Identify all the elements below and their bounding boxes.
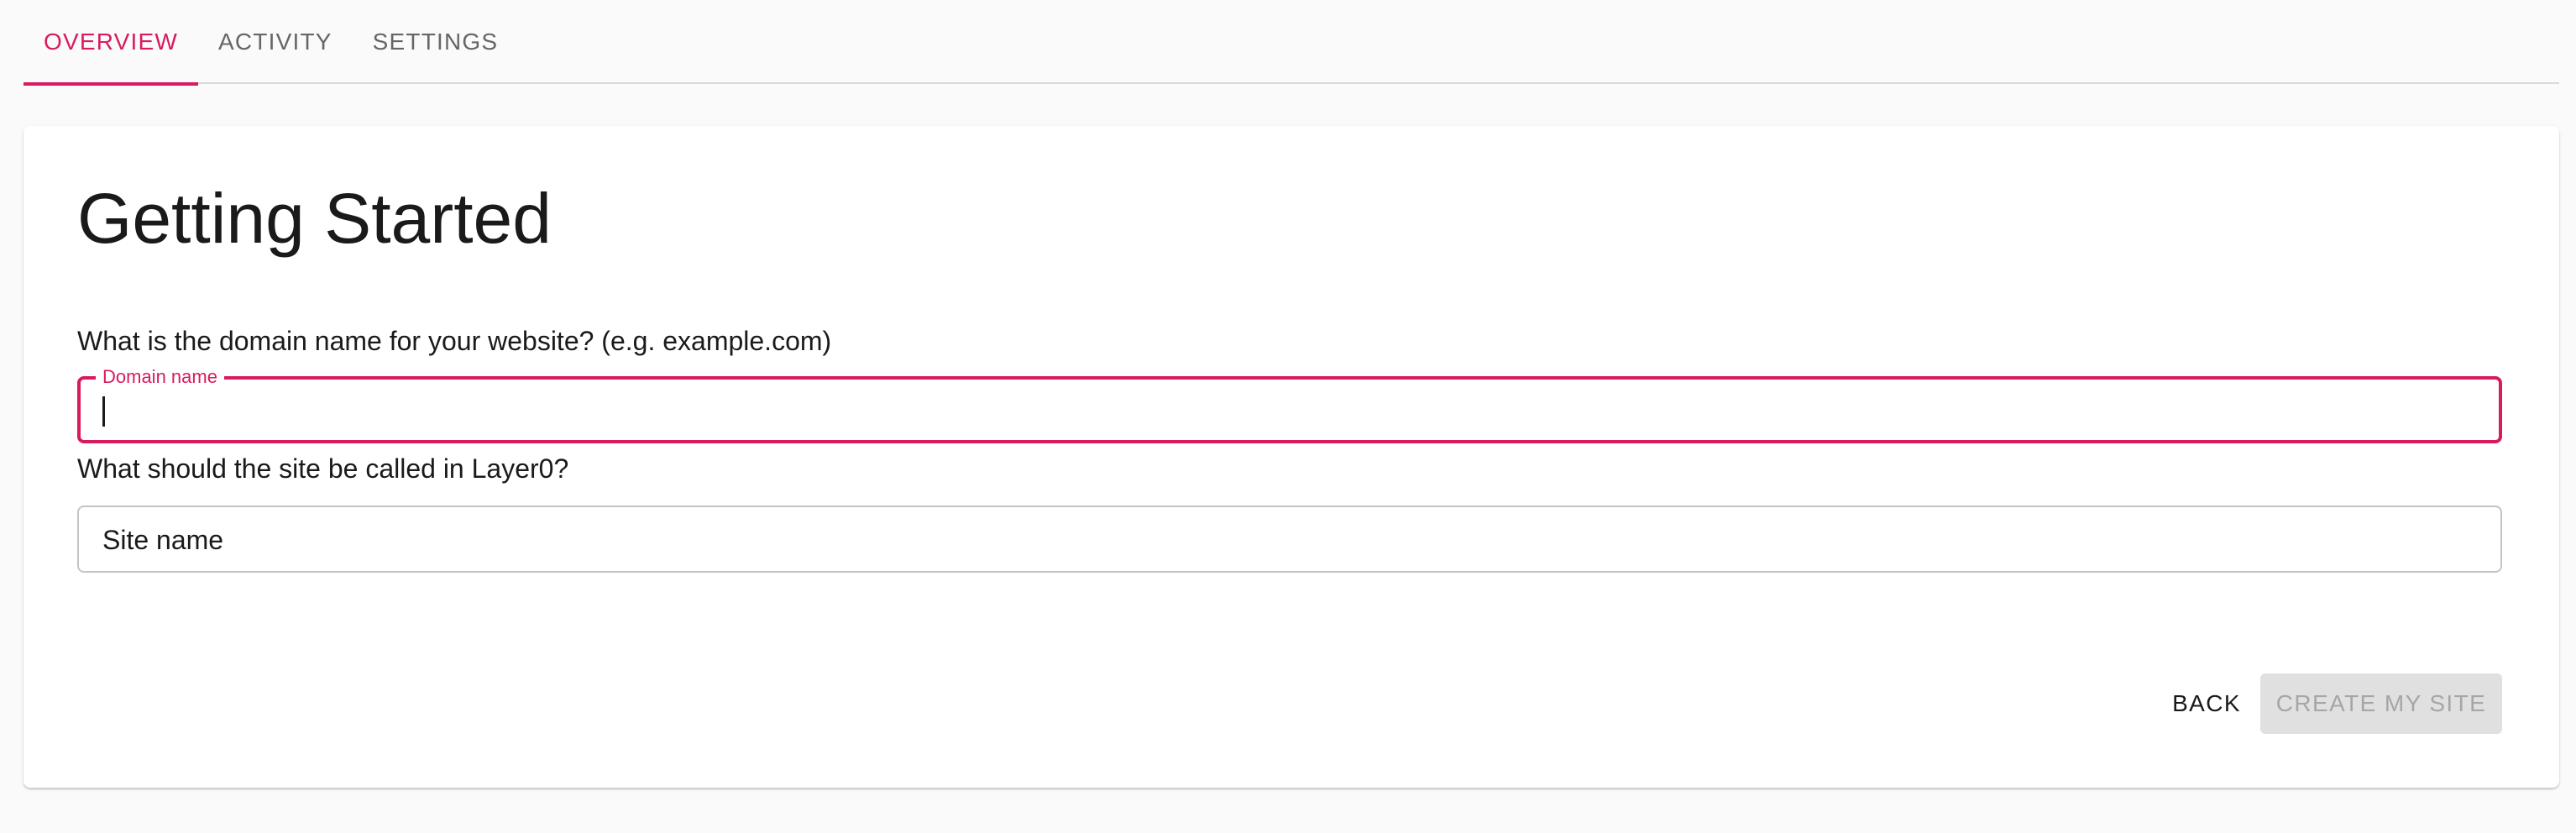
create-my-site-button[interactable]: CREATE MY SITE (2260, 673, 2502, 734)
tab-activity[interactable]: ACTIVITY (198, 0, 353, 84)
domain-name-input[interactable] (101, 393, 2469, 428)
back-button[interactable]: BACK (2138, 673, 2275, 734)
tab-settings[interactable]: SETTINGS (353, 0, 519, 84)
site-name-field[interactable] (77, 506, 2502, 573)
getting-started-card: Getting Started What is the domain name … (24, 126, 2559, 788)
site-name-input[interactable] (101, 522, 2469, 558)
page-title: Getting Started (77, 179, 552, 258)
site-name-question-label: What should the site be called in Layer0… (77, 453, 569, 484)
domain-question-label: What is the domain name for your website… (77, 326, 832, 356)
domain-name-field[interactable]: Domain name (77, 366, 2502, 443)
tab-bar: OVERVIEW ACTIVITY SETTINGS (24, 0, 2559, 86)
domain-name-field-label: Domain name (96, 366, 224, 388)
tab-overview[interactable]: OVERVIEW (24, 0, 199, 86)
